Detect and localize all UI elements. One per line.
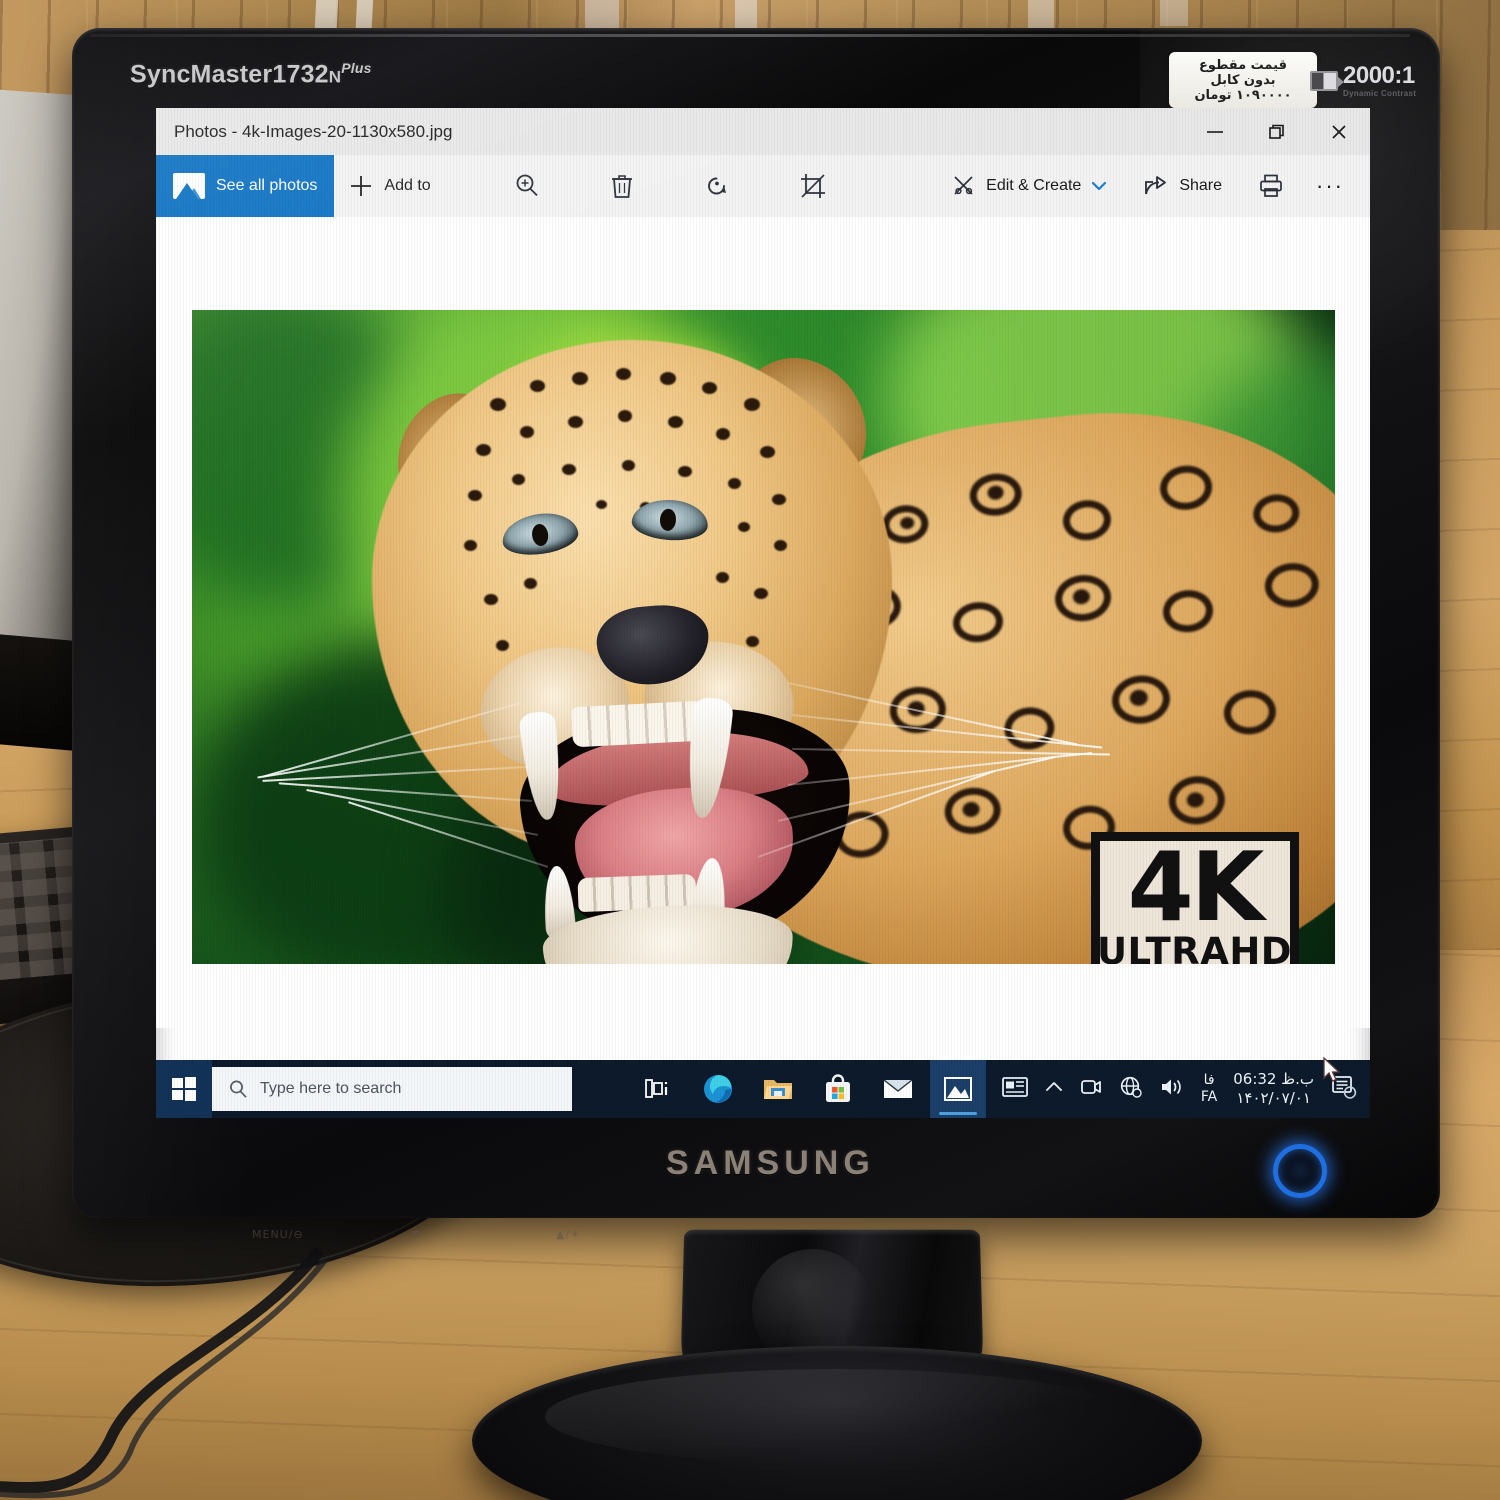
monitor-screen: Photos - 4k-Images-20-1130x580.jpg See a… (156, 108, 1370, 1118)
photos-icon (944, 1077, 972, 1101)
osd-label-down[interactable]: ▼ (411, 1228, 420, 1241)
system-tray: فا FA 06:32 ب.ظ ۱۴۰۲/۰۷/۰۱ (1001, 1070, 1370, 1108)
taskbar-task-view-button[interactable] (630, 1060, 686, 1118)
delete-button[interactable] (595, 155, 649, 217)
plus-icon (348, 173, 374, 199)
show-hidden-icons-button[interactable] (1045, 1080, 1063, 1099)
device-icon[interactable] (1079, 1076, 1103, 1103)
window-title-bar[interactable]: Photos - 4k-Images-20-1130x580.jpg (156, 108, 1370, 155)
leopard-upper-teeth (570, 700, 703, 748)
monitor-brand-label: SyncMaster1732NPlus (130, 60, 372, 89)
windows-taskbar: Type here to search فا FA 06:32 ب.ظ ۱۴۰۲… (156, 1060, 1370, 1118)
print-button[interactable] (1244, 155, 1298, 217)
contrast-icon (1310, 71, 1344, 91)
samsung-monitor: SyncMaster1732NPlus قیمت مقطوع بدون کابل… (72, 28, 1440, 1500)
photo-scene: SyncMaster1732NPlus قیمت مقطوع بدون کابل… (0, 0, 1500, 1500)
add-to-button[interactable]: Add to (334, 155, 444, 217)
photos-command-bar: See all photos Add to Edit & Create Shar… (156, 155, 1370, 217)
taskbar-store-button[interactable] (810, 1060, 866, 1118)
zoom-in-icon (513, 172, 541, 200)
rotate-button[interactable] (689, 155, 745, 217)
language-indicator[interactable]: فا FA (1201, 1072, 1217, 1106)
file-explorer-icon (764, 1080, 792, 1099)
search-input[interactable]: Type here to search (212, 1067, 572, 1111)
mouse-cursor (1323, 1057, 1341, 1082)
dynamic-contrast-badge: 2000:1 Dynamic Contrast (1310, 64, 1416, 98)
watermark-sub-text: ULTRAHD (1096, 930, 1293, 964)
window-controls (1184, 108, 1370, 155)
edit-create-icon (952, 174, 976, 198)
restore-button[interactable] (1246, 108, 1308, 155)
start-button[interactable] (156, 1060, 212, 1118)
microsoft-store-icon (826, 1074, 850, 1102)
add-to-label: Add to (384, 177, 431, 194)
edit-create-label: Edit & Create (986, 177, 1082, 194)
print-icon (1258, 173, 1284, 199)
minimize-button[interactable] (1184, 108, 1246, 155)
4k-watermark: 4K ULTRAHD (1090, 832, 1299, 964)
clock-time: 06:32 ب.ظ (1233, 1070, 1314, 1088)
brand-model-plus: Plus (341, 60, 372, 76)
taskbar-file-explorer-button[interactable] (750, 1060, 806, 1118)
brand-name: SyncMaster (130, 60, 273, 89)
sticker-line-1: قیمت مقطوع (1199, 57, 1287, 73)
language-native: فا (1203, 1072, 1215, 1088)
volume-icon[interactable] (1159, 1076, 1185, 1103)
taskbar-mail-button[interactable] (870, 1060, 926, 1118)
edit-and-create-button[interactable]: Edit & Create (938, 155, 1121, 217)
news-and-interests-icon[interactable] (1001, 1075, 1029, 1104)
bezel-highlight (90, 34, 1410, 37)
sticker-line-2: بدون کابل (1210, 72, 1276, 88)
search-icon (230, 1080, 247, 1098)
rotate-icon (703, 172, 731, 200)
watermark-main-text: 4K (1127, 833, 1265, 943)
contrast-value: 2000:1 (1343, 62, 1415, 89)
samsung-logo: SAMSUNG (666, 1144, 875, 1182)
share-button[interactable]: Share (1129, 155, 1236, 217)
network-icon[interactable] (1119, 1075, 1143, 1104)
monitor-bottom-bezel: SAMSUNG (156, 1118, 1370, 1218)
chevron-down-icon (1091, 180, 1107, 192)
crop-icon (799, 172, 827, 200)
osd-label-menu[interactable]: MENU/⊖ (252, 1228, 304, 1241)
background-strip (1028, 0, 1054, 30)
search-placeholder: Type here to search (260, 1080, 402, 1097)
window-title: Photos - 4k-Images-20-1130x580.jpg (174, 121, 453, 141)
windows-logo-icon (172, 1077, 196, 1101)
sticker-line-3: ۱۰۹۰۰۰۰ تومان (1194, 87, 1292, 103)
share-icon (1143, 174, 1169, 198)
close-button[interactable] (1308, 108, 1370, 155)
task-view-icon (645, 1079, 668, 1098)
photo-gallery-icon (173, 173, 205, 199)
taskbar-app-buttons (630, 1060, 986, 1118)
clock-date: ۱۴۰۲/۰۷/۰۱ (1236, 1089, 1311, 1107)
contrast-caption: Dynamic Contrast (1343, 89, 1417, 98)
right-action-group: Edit & Create Share ··· (938, 155, 1370, 217)
brand-model-suffix: N (328, 67, 342, 87)
osd-label-up[interactable]: ▲/☀ (556, 1228, 581, 1241)
taskbar-edge-button[interactable] (690, 1060, 746, 1118)
clock[interactable]: 06:32 ب.ظ ۱۴۰۲/۰۷/۰۱ (1233, 1070, 1314, 1108)
more-options-button[interactable]: ··· (1306, 173, 1354, 199)
photo-action-group (499, 155, 841, 217)
price-sticker: قیمت مقطوع بدون کابل ۱۰۹۰۰۰۰ تومان (1169, 52, 1317, 108)
zoom-button[interactable] (499, 155, 555, 217)
share-label: Share (1179, 177, 1223, 194)
power-button[interactable] (1273, 1144, 1327, 1198)
displayed-photo[interactable]: 4K ULTRAHD (191, 310, 1335, 964)
edge-icon (704, 1075, 732, 1103)
photo-canvas: 4K ULTRAHD (156, 217, 1370, 1082)
see-all-photos-button[interactable]: See all photos (156, 155, 335, 217)
language-code: FA (1200, 1089, 1218, 1105)
crop-button[interactable] (785, 155, 841, 217)
mail-icon (883, 1079, 913, 1098)
delete-icon (609, 172, 635, 200)
taskbar-photos-button[interactable] (930, 1060, 986, 1118)
brand-model: 1732 (272, 60, 329, 89)
background-strip (1160, 0, 1188, 26)
see-all-photos-label: See all photos (216, 177, 318, 194)
